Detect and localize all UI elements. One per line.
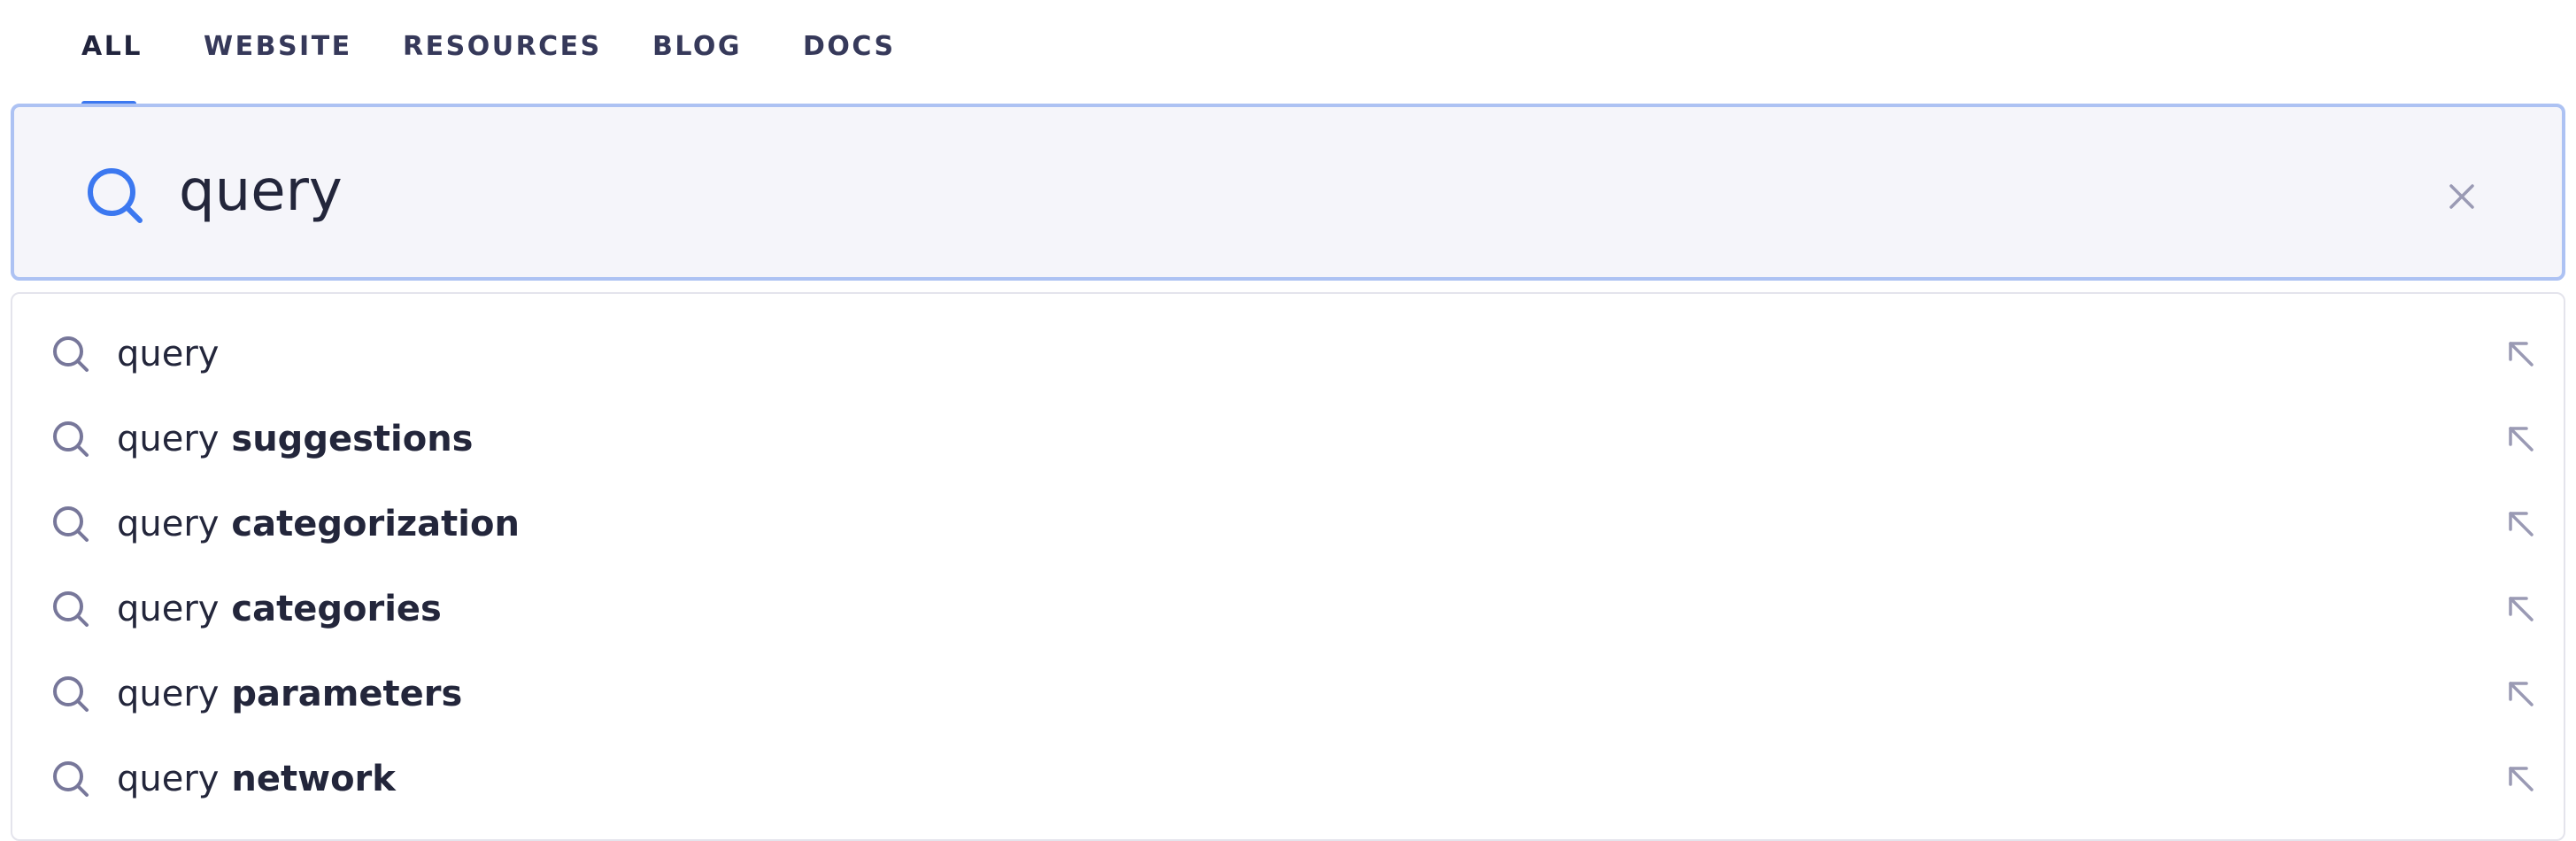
search-input[interactable]: [179, 143, 2303, 240]
arrow-up-left-icon[interactable]: [2502, 505, 2541, 544]
search-icon: [53, 591, 89, 627]
search-tabs: ALL WEBSITE RESOURCES BLOG DOCS: [0, 0, 2576, 106]
suggestion-label: query categorization: [117, 504, 520, 544]
search-box: [11, 104, 2565, 281]
tab-all[interactable]: ALL: [81, 27, 143, 67]
suggestion-item[interactable]: query suggestions: [12, 397, 2564, 482]
arrow-up-left-icon[interactable]: [2502, 590, 2541, 629]
search-icon: [53, 421, 89, 457]
arrow-up-left-icon[interactable]: [2502, 420, 2541, 459]
suggestion-item[interactable]: query categorization: [12, 482, 2564, 567]
suggestion-item[interactable]: query parameters: [12, 652, 2564, 737]
search-icon: [53, 761, 89, 797]
suggestion-label: query parameters: [117, 674, 463, 714]
search-icon: [53, 676, 89, 712]
suggestion-item[interactable]: query: [12, 312, 2564, 397]
suggestion-item[interactable]: query network: [12, 737, 2564, 822]
tab-blog[interactable]: BLOG: [652, 27, 742, 67]
tab-website[interactable]: WEBSITE: [204, 27, 352, 67]
suggestion-label: query: [117, 334, 220, 374]
close-icon: [2449, 184, 2474, 209]
arrow-up-left-icon[interactable]: [2502, 675, 2541, 714]
arrow-up-left-icon[interactable]: [2502, 760, 2541, 799]
clear-search-button[interactable]: [2431, 166, 2493, 228]
suggestions-list: query query suggestions query categoriza…: [11, 292, 2565, 841]
suggestion-label: query categories: [117, 589, 442, 629]
search-icon: [53, 336, 89, 372]
suggestion-label: query network: [117, 759, 396, 799]
tab-docs[interactable]: DOCS: [803, 27, 896, 67]
suggestion-label: query suggestions: [117, 419, 474, 459]
tab-resources[interactable]: RESOURCES: [403, 27, 602, 67]
arrow-up-left-icon[interactable]: [2502, 335, 2541, 374]
search-icon: [88, 168, 143, 223]
search-icon: [53, 506, 89, 542]
suggestion-item[interactable]: query categories: [12, 567, 2564, 652]
